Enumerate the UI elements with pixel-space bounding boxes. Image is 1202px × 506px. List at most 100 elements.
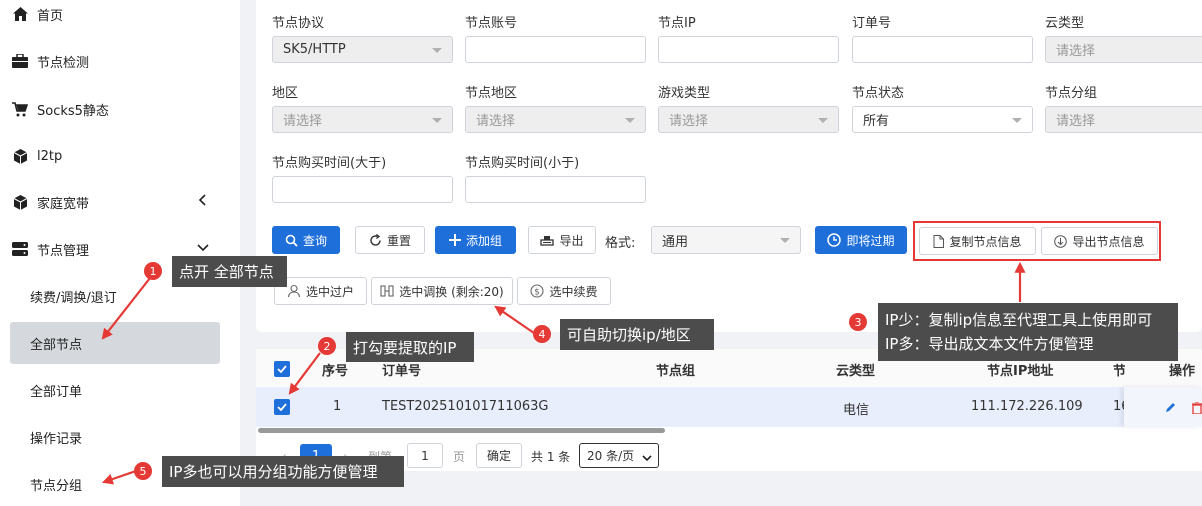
caret-down-icon [818, 118, 828, 123]
swap-icon [380, 284, 394, 298]
fixed-actions-column [1124, 387, 1202, 427]
protocol-label: 节点协议 [272, 16, 325, 31]
header-actions: 操作 [1169, 364, 1196, 379]
sidebar-item-l2tp[interactable]: l2tp [10, 136, 220, 176]
node-region-label: 节点地区 [465, 86, 518, 101]
plus-icon [448, 234, 461, 246]
annotation-callout-1: 点开 全部节点 [172, 256, 287, 287]
query-button[interactable]: 查询 [272, 226, 340, 254]
sidebar-subitem-all-orders[interactable]: 全部订单 [10, 369, 220, 411]
chevron-left-icon [196, 193, 210, 207]
header-extra: 节 [1113, 364, 1125, 379]
annotation-badge-4: 4 [533, 325, 551, 343]
reset-button[interactable]: 重置 [355, 226, 425, 254]
sidebar-item-socks5[interactable]: Socks5静态 [10, 89, 220, 129]
account-input[interactable] [465, 36, 646, 63]
home-icon [12, 6, 28, 22]
cube-icon [12, 194, 28, 210]
header-cloud: 云类型 [836, 364, 876, 379]
caret-down-icon [432, 118, 442, 123]
delete-icon[interactable] [1192, 399, 1202, 418]
annotation-callout-3: IP少：复制ip信息至代理工具上使用即可 IP多：导出成文本文件方便管理 [878, 303, 1178, 361]
cloud-label: 云类型 [1045, 16, 1085, 31]
buy-after-input[interactable] [272, 176, 453, 203]
header-ip: 节点IP地址 [987, 364, 1054, 379]
annotation-callout-4: 可自助切换ip/地区 [560, 319, 714, 350]
caret-down-icon [625, 118, 635, 123]
edit-icon[interactable] [1164, 399, 1176, 418]
cube-icon [12, 148, 28, 164]
ip-input[interactable] [658, 36, 839, 63]
sidebar-item-label: 首页 [37, 8, 64, 24]
region-select[interactable]: 请选择 [272, 106, 453, 133]
buy-after-label: 节点购买时间(大于) [272, 156, 387, 171]
briefcase-icon [12, 53, 28, 69]
header-order: 订单号 [382, 364, 422, 379]
select-renew-button[interactable]: $ 选中续费 [517, 277, 611, 305]
cloud-select[interactable]: 请选择 [1045, 36, 1202, 63]
status-label: 节点状态 [852, 86, 905, 101]
clock-icon [827, 233, 842, 247]
cart-icon [12, 101, 28, 117]
annotation-badge-5: 5 [134, 462, 152, 480]
sidebar-item-home[interactable]: 首页 [10, 0, 220, 34]
dollar-icon: $ [530, 284, 545, 298]
search-icon [285, 234, 298, 247]
annotation-badge-3: 3 [849, 313, 867, 331]
annotation-badge-2: 2 [318, 337, 336, 355]
select-all-checkbox[interactable] [274, 361, 290, 377]
sidebar-item-home-broadband[interactable]: 家庭宽带 [10, 182, 220, 222]
select-swap-button[interactable]: 选中调换 (剩余:20) [371, 277, 513, 305]
annotation-callout-2: 打勾要提取的IP [346, 332, 474, 362]
svg-text:$: $ [535, 288, 541, 298]
caret-down-icon [780, 238, 790, 243]
chevron-down-icon [196, 240, 210, 254]
filter-panel: 节点协议 节点账号 节点IP 订单号 云类型 SK5/HTTP 请选择 地区 节… [256, 0, 1202, 332]
cell-order: TEST202510101711063G [382, 399, 549, 414]
highlight-box [913, 221, 1161, 261]
server-icon [12, 241, 28, 257]
check-icon [277, 365, 287, 373]
caret-down-icon [1012, 118, 1022, 123]
protocol-select[interactable]: SK5/HTTP [272, 36, 453, 63]
caret-down-icon [432, 48, 442, 53]
horizontal-scrollbar[interactable] [258, 428, 665, 433]
format-label: 格式: [605, 236, 636, 251]
expiring-button[interactable]: 即将过期 [815, 226, 907, 254]
page-size-select[interactable]: 20 条/页 [579, 443, 659, 468]
row-checkbox[interactable] [274, 399, 290, 415]
header-index: 序号 [322, 364, 349, 379]
game-label: 游戏类型 [658, 86, 711, 101]
cell-ip: 111.172.226.109 [971, 399, 1083, 414]
node-region-select[interactable]: 请选择 [465, 106, 646, 133]
sidebar-subitem-operation-log[interactable]: 操作记录 [10, 416, 220, 458]
chevron-down-icon [642, 451, 652, 465]
sidebar-item-label: 节点管理 [37, 243, 90, 259]
cell-index: 1 [333, 399, 342, 414]
sidebar-item-label: 家庭宽带 [37, 196, 90, 212]
sidebar-item-label: l2tp [37, 148, 63, 164]
select-transfer-button[interactable]: 选中过户 [274, 277, 367, 305]
buy-before-input[interactable] [465, 176, 646, 203]
annotation-callout-5: IP多也可以用分组功能方便管理 [162, 456, 404, 487]
table-panel: 序号 订单号 节点组 云类型 节点IP地址 节 操作 1 TEST2025101… [256, 349, 1202, 471]
export-button[interactable]: 导出 [528, 226, 596, 254]
status-select[interactable]: 所有 [852, 106, 1033, 133]
cell-cloud: 电信 [843, 403, 870, 418]
page-unit-label: 页 [453, 450, 466, 464]
sidebar-subitem-all-nodes[interactable]: 全部节点 [10, 322, 220, 364]
goto-confirm-button[interactable]: 确定 [476, 443, 522, 468]
sidebar: 首页 节点检测 Socks5静态 l2tp 家庭宽带 节点管理 续费/调换/退订… [0, 0, 240, 506]
order-input[interactable] [852, 36, 1033, 63]
goto-page-input[interactable]: 1 [407, 443, 443, 468]
user-icon [287, 284, 301, 298]
game-select[interactable]: 请选择 [658, 106, 839, 133]
group-select[interactable]: 请选择 [1045, 106, 1202, 133]
group-label: 节点分组 [1045, 86, 1098, 101]
sidebar-item-node-check[interactable]: 节点检测 [10, 41, 220, 81]
annotation-badge-1: 1 [144, 262, 162, 280]
add-group-button[interactable]: 添加组 [435, 226, 516, 254]
total-count: 共 1 条 [531, 450, 571, 464]
region-label: 地区 [272, 86, 299, 101]
format-select[interactable]: 通用 [651, 226, 801, 254]
